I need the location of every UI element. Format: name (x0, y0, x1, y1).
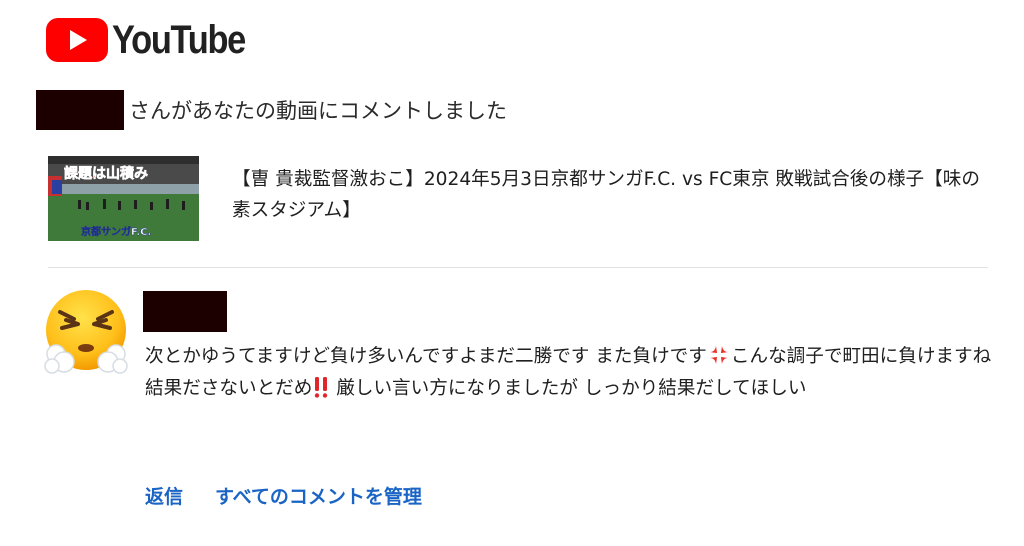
redacted-commenter-name (36, 90, 124, 130)
face-with-steam-from-nose-icon (44, 290, 128, 374)
thumbnail-subtitle-text: 京都サンガF.C. (81, 225, 151, 238)
anger-symbol-icon (709, 346, 728, 364)
notification-header: さんがあなたの動画にコメントしました (36, 90, 507, 130)
double-exclamation-icon (315, 377, 328, 398)
youtube-wordmark: YouTube (112, 17, 246, 62)
divider (48, 267, 988, 268)
comment-actions: 返信 すべてのコメントを管理 (145, 482, 422, 509)
comment-text-part-1: 次とかゆうてますけど負け多いんですよまだ二勝です また負けです (145, 346, 707, 367)
comment-text: 次とかゆうてますけど負け多いんですよまだ二勝です また負けです こんな調子で町田に… (145, 341, 995, 405)
video-title[interactable]: 【曺 貴裁監督激おこ】2024年5月3日京都サンガF.C. vs FC東京 敗戦… (232, 164, 992, 226)
notification-message: さんがあなたの動画にコメントしました (129, 99, 507, 123)
thumbnail-title-text: 課題は山積み (64, 165, 148, 182)
youtube-play-icon (46, 18, 108, 62)
youtube-logo[interactable]: YouTube (46, 14, 267, 66)
redacted-comment-author (143, 291, 227, 332)
comment-text-part-3: 厳しい言い方になりましたが しっかり結果だしてほしい (330, 378, 807, 399)
reply-link[interactable]: 返信 (145, 482, 183, 509)
video-thumbnail[interactable]: 課題は山積み 京都サンガF.C. (48, 156, 199, 241)
manage-comments-link[interactable]: すべてのコメントを管理 (215, 482, 422, 509)
